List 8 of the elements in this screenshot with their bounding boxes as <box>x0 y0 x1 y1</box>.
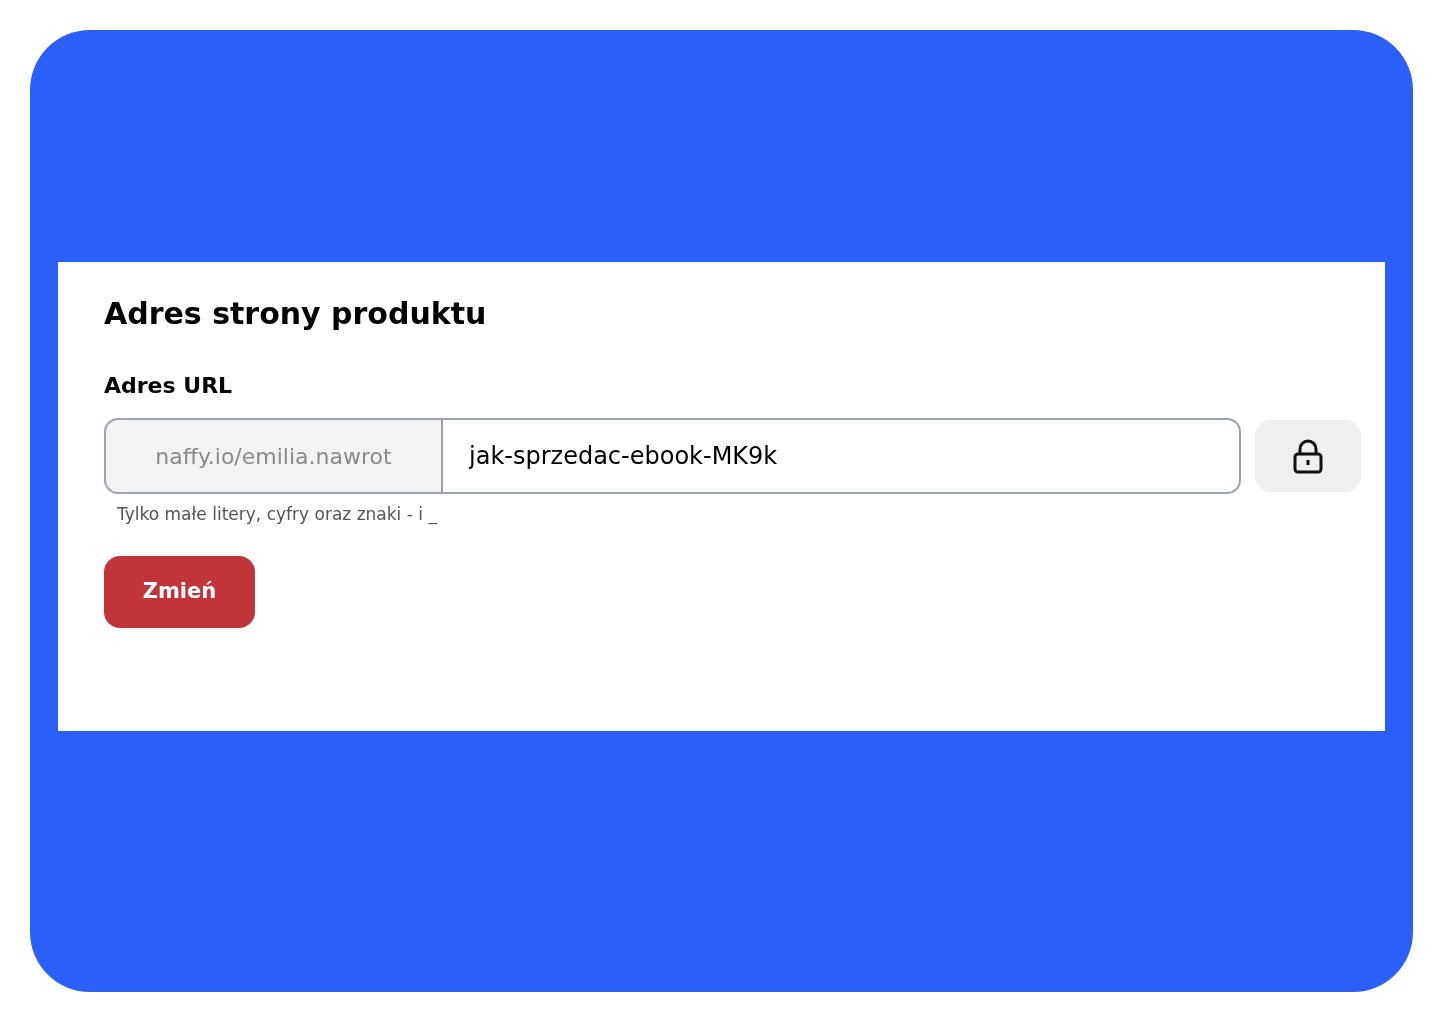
lock-button[interactable] <box>1255 420 1361 492</box>
url-input[interactable]: jak-sprzedac-ebook-MK9k <box>443 418 1241 494</box>
lock-icon <box>1291 438 1325 474</box>
field-hint: Tylko małe litery, cyfry oraz znaki - i _ <box>117 503 437 526</box>
change-button[interactable]: Zmień <box>104 556 255 628</box>
url-prefix: naffy.io/emilia.nawrot <box>104 418 443 494</box>
field-label: Adres URL <box>104 372 233 400</box>
section-title: Adres strony produktu <box>104 295 487 333</box>
